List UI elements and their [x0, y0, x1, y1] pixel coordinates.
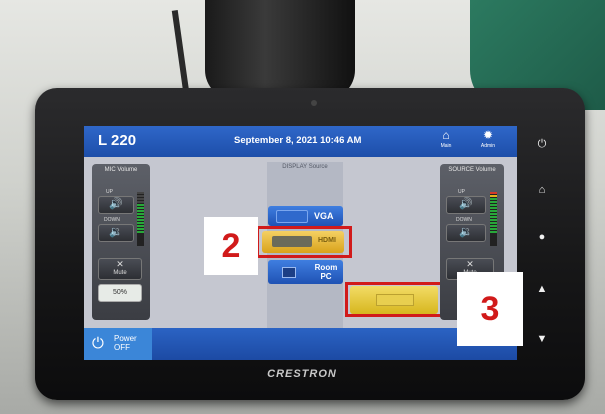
annotation-highlight-3 — [345, 282, 443, 317]
mount-pole — [205, 0, 355, 100]
home-icon: ⌂ — [442, 128, 450, 142]
mic-volume-up-button[interactable]: 🔊 — [98, 196, 134, 214]
power-icon: ⏻ — [92, 335, 104, 352]
mic-level-meter — [137, 192, 144, 246]
annotation-highlight-2 — [256, 226, 352, 258]
mic-volume-panel: MIC Volume UP 🔊 DOWN 🔉 ✕ Mute 50% — [92, 164, 150, 320]
mic-mute-label: Mute — [113, 270, 127, 276]
annotation-label-2: 2 — [204, 217, 258, 275]
source-room-pc-button[interactable]: Room PC — [268, 260, 343, 284]
power-off-label: Power OFF — [114, 334, 137, 352]
date-time: September 8, 2021 10:46 AM — [234, 135, 362, 146]
source-down-label: DOWN — [456, 217, 472, 223]
arrow-up-icon: ▲ — [536, 283, 548, 295]
touch-screen: L 220 September 8, 2021 10:46 AM ⌂ Main … — [84, 126, 517, 360]
speaker-down-icon: 🔉 — [459, 226, 473, 238]
speaker-down-icon: 🔉 — [109, 226, 123, 238]
speaker-up-icon: 🔊 — [459, 198, 473, 210]
room-name: L 220 — [98, 132, 137, 149]
camera-lens — [311, 100, 317, 106]
power-icon: ⏻ — [537, 138, 547, 150]
mic-level-value: 50% — [98, 284, 142, 302]
source-volume-up-button[interactable]: 🔊 — [446, 196, 486, 214]
brand-logo: CRESTRON — [267, 368, 337, 380]
home-button[interactable]: ⌂ Main — [433, 128, 459, 156]
hardware-up-button[interactable]: ▲ — [532, 283, 552, 295]
arrow-down-icon: ▼ — [536, 333, 548, 345]
hardware-light-button[interactable]: ● — [532, 231, 552, 243]
source-up-label: UP — [458, 189, 465, 195]
source-level-meter — [490, 192, 497, 246]
power-off-button[interactable]: ⏻ Power OFF — [84, 328, 152, 360]
mic-down-label: DOWN — [104, 217, 120, 223]
speaker-up-icon: 🔊 — [109, 198, 123, 210]
mic-volume-down-button[interactable]: 🔉 — [98, 224, 134, 242]
source-vga-label: VGA — [314, 211, 334, 221]
lightbulb-icon: ● — [538, 231, 546, 243]
source-vga-button[interactable]: VGA — [268, 206, 343, 226]
annotation-label-3: 3 — [457, 272, 523, 346]
mic-up-label: UP — [106, 189, 113, 195]
hardware-power-button[interactable]: ⏻ — [532, 138, 552, 151]
gear-icon: ✹ — [482, 128, 494, 142]
hardware-home-button[interactable]: ⌂ — [532, 184, 552, 196]
header-bar: L 220 September 8, 2021 10:46 AM ⌂ Main … — [84, 126, 517, 157]
source-volume-down-button[interactable]: 🔉 — [446, 224, 486, 242]
mute-icon: ✕ — [466, 259, 474, 269]
mic-mute-button[interactable]: ✕ Mute — [98, 258, 142, 280]
mic-volume-title: MIC Volume — [104, 167, 138, 173]
display-source-title: DISPLAY Source — [282, 164, 328, 170]
source-volume-title: SOURCE Volume — [448, 167, 496, 173]
hardware-down-button[interactable]: ▼ — [532, 333, 552, 345]
home-icon: ⌂ — [538, 184, 546, 196]
admin-button[interactable]: ✹ Admin — [475, 128, 501, 156]
computer-icon — [282, 267, 296, 278]
mute-icon: ✕ — [116, 259, 124, 269]
footer-bar: ⏻ Power OFF — [84, 328, 517, 360]
vga-icon — [276, 210, 308, 223]
source-room-pc-label: Room PC — [314, 263, 338, 281]
